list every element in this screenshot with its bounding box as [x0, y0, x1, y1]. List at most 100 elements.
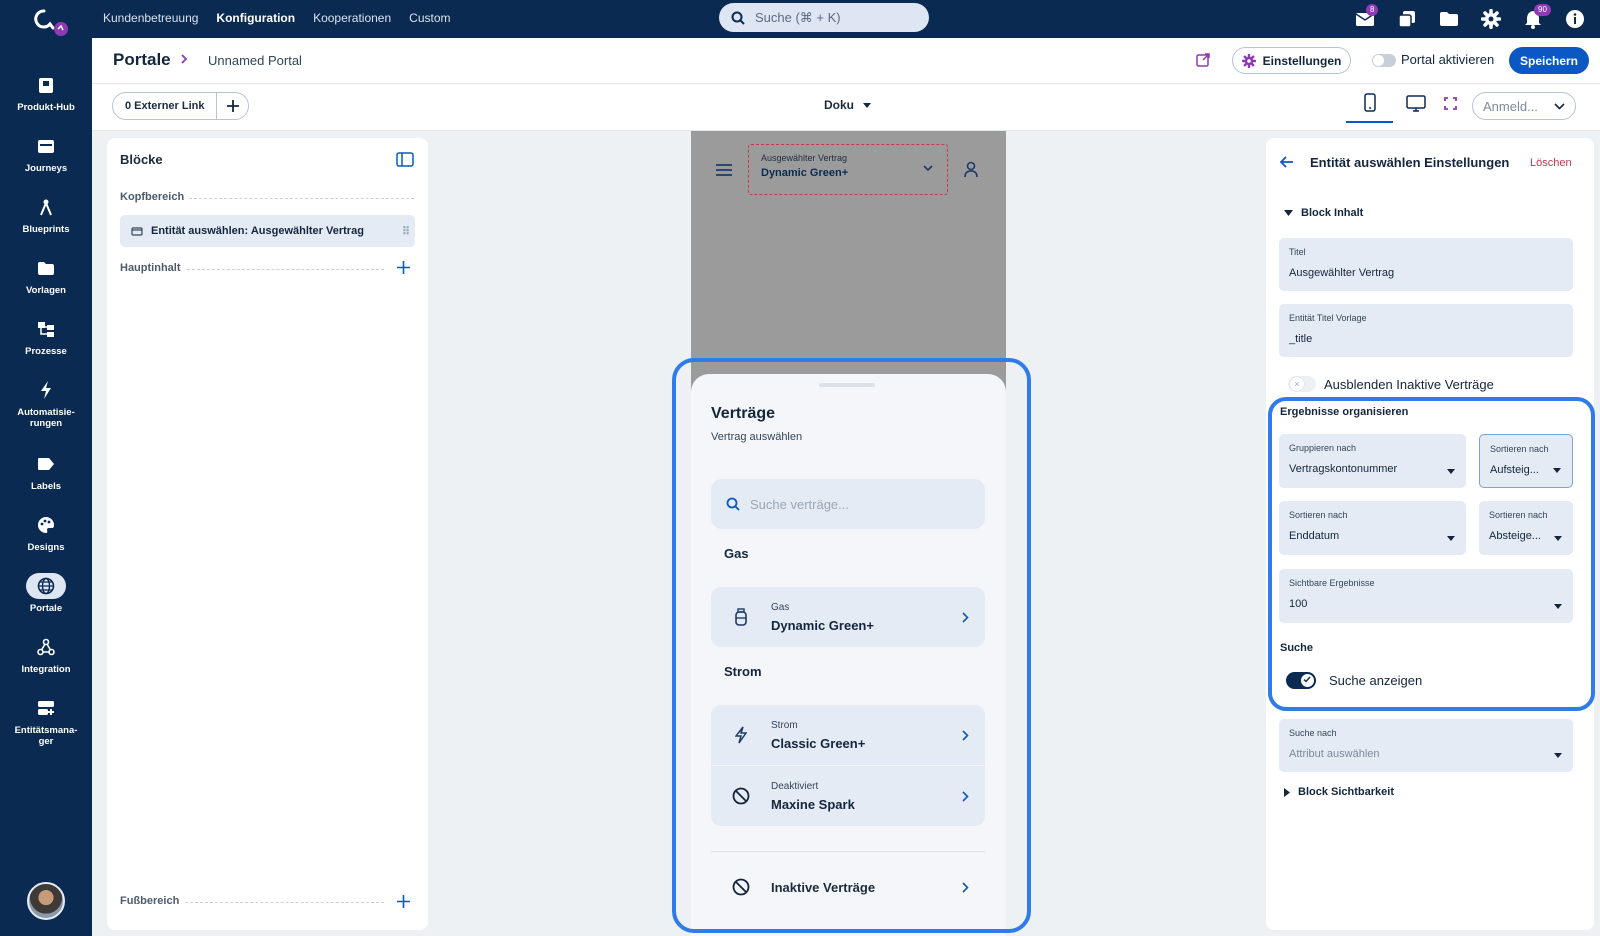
- save-button[interactable]: Speichern: [1509, 47, 1589, 74]
- sidebar-item-vorlagen[interactable]: Vorlagen: [0, 255, 92, 296]
- template-field-value: _title: [1289, 333, 1313, 345]
- global-search-input[interactable]: Suche (⌘ + K): [719, 3, 929, 32]
- plus-icon: [397, 261, 410, 274]
- contract-selector[interactable]: Ausgewählter Vertrag Dynamic Green+: [748, 144, 948, 195]
- app-logo[interactable]: [30, 8, 70, 38]
- contract-selector-value: Dynamic Green+: [761, 167, 849, 179]
- sidebar-item-label: Designs: [27, 542, 65, 553]
- plus-icon: [226, 100, 239, 112]
- title-field-label: Titel: [1289, 247, 1306, 257]
- folder-icon: [26, 255, 66, 281]
- top-bar: Kundenbetreuung Konfiguration Kooperatio…: [0, 0, 1600, 38]
- label-icon: [26, 451, 66, 477]
- sidebar-toggle-icon[interactable]: [396, 152, 414, 167]
- section-label-footer: Fußbereich: [120, 895, 180, 907]
- chevron-right-icon: [179, 53, 189, 65]
- settings-title: Entität auswählen Einstellungen: [1310, 155, 1510, 170]
- portal-activate-toggle[interactable]: [1372, 54, 1396, 67]
- add-block-footer-button[interactable]: [397, 895, 410, 908]
- plus-icon: [397, 895, 410, 908]
- caret-down-icon: [1284, 210, 1293, 216]
- blocks-panel: Blöcke Kopfbereich Entität auswählen: Au…: [107, 138, 428, 930]
- breadcrumb-current[interactable]: Unnamed Portal: [208, 53, 302, 68]
- section-label-head: Kopfbereich: [120, 191, 185, 203]
- section-divider: [187, 269, 384, 270]
- nav-custom[interactable]: Custom: [409, 11, 450, 25]
- entity-title-template-field[interactable]: Entität Titel Vorlage _title: [1279, 304, 1573, 357]
- external-link-icon[interactable]: [1195, 52, 1211, 68]
- drag-handle-icon[interactable]: ⠿: [402, 225, 410, 238]
- sidebar-item-integration[interactable]: Integration: [0, 634, 92, 675]
- sidebar-item-journeys[interactable]: Journeys: [0, 133, 92, 174]
- sidebar-item-labels[interactable]: Labels: [0, 451, 92, 492]
- device-mobile-button[interactable]: [1346, 84, 1393, 123]
- nav-konfiguration[interactable]: Konfiguration: [216, 11, 295, 25]
- settings-button-label: Einstellungen: [1262, 53, 1342, 68]
- settings-button[interactable]: Einstellungen: [1232, 47, 1351, 74]
- fullscreen-button[interactable]: [1444, 97, 1457, 110]
- page-selector-label: Doku: [824, 98, 854, 112]
- block-item-entity-select[interactable]: Entität auswählen: Ausgewählter Vertrag …: [120, 215, 415, 247]
- add-block-main-button[interactable]: [397, 261, 410, 274]
- search-by-placeholder: Attribut auswählen: [1289, 748, 1380, 760]
- delete-button[interactable]: Löschen: [1530, 157, 1572, 169]
- sidebar-item-designs[interactable]: Designs: [0, 512, 92, 553]
- sidebar-item-automatisierungen[interactable]: Automatisie- rungen: [0, 377, 92, 429]
- title-field[interactable]: Titel Ausgewählter Vertrag: [1279, 238, 1573, 291]
- sidebar-item-label: Prozesse: [25, 346, 67, 357]
- sidebar-item-portale[interactable]: Portale: [0, 573, 92, 614]
- sidebar-item-label: Produkt-Hub: [17, 102, 75, 113]
- top-actions: 8 90: [1354, 4, 1586, 30]
- menu-icon[interactable]: [716, 164, 732, 176]
- highlight-frame-settings: [1268, 397, 1595, 711]
- block-visibility-label: Block Sichtbarkeit: [1298, 786, 1394, 798]
- login-state-select[interactable]: Anmeld...: [1472, 92, 1576, 120]
- blueprints-icon: [26, 194, 66, 220]
- external-link-button[interactable]: 0 Externer Link: [113, 93, 218, 119]
- main-navigation: Kundenbetreuung Konfiguration Kooperatio…: [103, 11, 451, 25]
- contract-selector-title: Ausgewählter Vertrag: [761, 153, 848, 163]
- sidebar: Produkt-Hub Journeys Blueprints Vorlagen…: [0, 38, 92, 936]
- palette-icon: [26, 512, 66, 538]
- portal-activate-label: Portal aktivieren: [1401, 52, 1495, 67]
- preview-header: Ausgewählter Vertrag Dynamic Green+: [691, 131, 1006, 221]
- caret-down-icon: [863, 102, 871, 108]
- hide-inactive-toggle[interactable]: [1288, 376, 1316, 392]
- block-visibility-toggle[interactable]: Block Sichtbarkeit: [1284, 786, 1394, 798]
- nav-kundenbetreuung[interactable]: Kundenbetreuung: [103, 11, 198, 25]
- monitor-icon: [1406, 95, 1426, 112]
- copy-icon[interactable]: [1396, 8, 1418, 30]
- sidebar-item-entitaetsmanager[interactable]: Entitätsmana- ger: [0, 695, 92, 747]
- login-state-value: Anmeld...: [1483, 98, 1538, 114]
- search-by-label: Suche nach: [1289, 728, 1337, 738]
- sidebar-item-label: Vorlagen: [26, 285, 66, 296]
- folder-icon[interactable]: [1438, 8, 1460, 30]
- sidebar-item-label: Labels: [30, 481, 62, 492]
- globe-icon: [26, 573, 66, 599]
- section-divider: [189, 198, 414, 199]
- user-icon[interactable]: [964, 161, 978, 178]
- section-label-main: Hauptinhalt: [120, 262, 181, 274]
- info-icon[interactable]: [1564, 8, 1586, 30]
- mail-icon[interactable]: 8: [1354, 4, 1379, 30]
- search-by-select[interactable]: Suche nach Attribut auswählen: [1279, 719, 1573, 772]
- entity-manager-icon: [26, 695, 66, 721]
- arrow-left-icon[interactable]: [1280, 156, 1294, 168]
- nav-kooperationen[interactable]: Kooperationen: [313, 11, 391, 25]
- journeys-icon: [26, 133, 66, 159]
- highlight-frame-preview: [672, 358, 1031, 933]
- sidebar-item-blueprints[interactable]: Blueprints: [0, 194, 92, 235]
- sidebar-item-prozesse[interactable]: Prozesse: [0, 316, 92, 357]
- user-avatar[interactable]: [27, 882, 65, 920]
- gear-icon[interactable]: [1480, 8, 1502, 30]
- block-content-toggle[interactable]: Block Inhalt: [1284, 207, 1363, 219]
- sidebar-item-produkt-hub[interactable]: Produkt-Hub: [0, 72, 92, 113]
- page-selector[interactable]: Doku: [824, 98, 871, 112]
- bell-icon[interactable]: 90: [1522, 4, 1551, 30]
- breadcrumb-root[interactable]: Portale: [113, 50, 171, 70]
- add-link-button[interactable]: [217, 100, 248, 112]
- notification-badge: 90: [1534, 4, 1551, 16]
- device-desktop-button[interactable]: [1406, 95, 1426, 112]
- search-icon: [731, 11, 745, 25]
- search-placeholder: Suche (⌘ + K): [755, 9, 841, 25]
